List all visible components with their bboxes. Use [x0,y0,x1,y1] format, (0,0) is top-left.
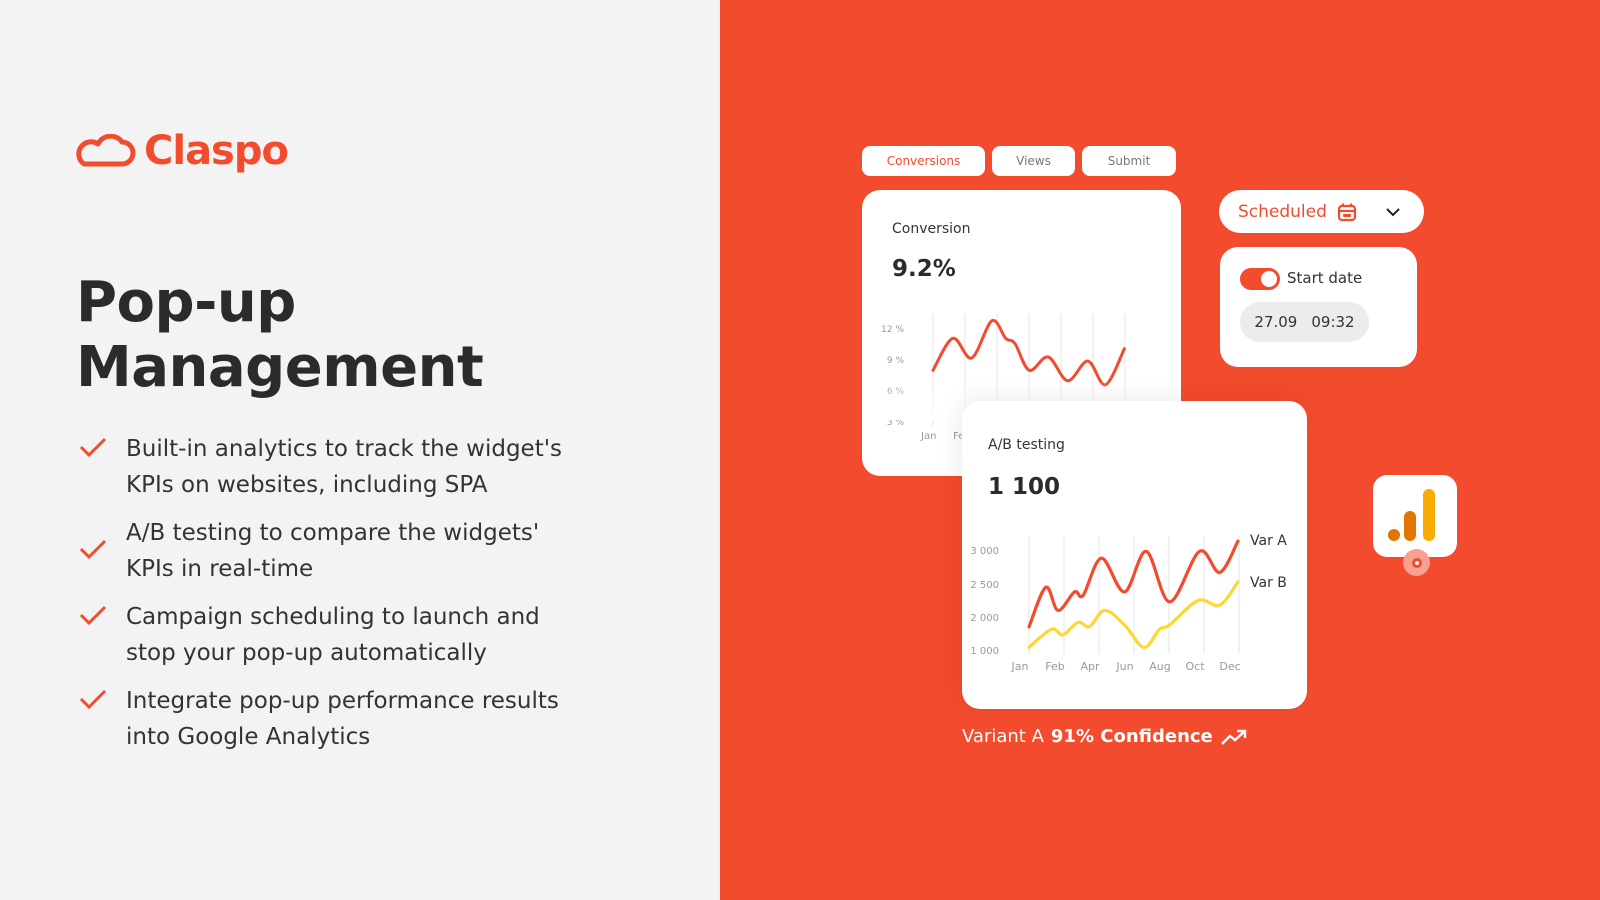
tab-conversions[interactable]: Conversions [862,146,985,176]
title-line: Pop-up [76,270,296,335]
x-tick-label: Aug [1149,660,1170,673]
check-icon [79,605,107,626]
check-icon [79,539,107,560]
trend-up-icon [1220,729,1246,745]
tab-label: Conversions [886,154,961,168]
target-dot-icon [1403,549,1430,576]
check-icon [79,689,107,710]
ab-chart: 3 000 2 500 2 000 1 000 Jan Feb Apr Jun Aug Oct De… [970,533,1287,673]
tab-label: Views [1016,154,1051,168]
tab-submit[interactable]: Submit [1082,146,1176,176]
chevron-down-icon [1386,207,1400,216]
confidence-value: 91% Confidence [1050,726,1213,747]
x-tick-label: Jan [920,431,936,442]
title-line: Management [76,335,484,400]
feature-text: A/B testing to compare the widgets' [126,520,540,546]
x-tick-label: Jan [1011,660,1029,673]
cloud-logo-icon [76,134,136,167]
x-tick-label: Dec [1219,660,1240,673]
date-value: 27.09 [1254,313,1298,331]
x-tick-label: Oct [1185,660,1205,673]
toggle-label: Start date [1287,269,1363,287]
y-tick-label: 2 000 [970,613,999,624]
y-tick-label: 2 500 [970,580,999,591]
logo-text: Claspo [144,128,289,174]
claspo-logo: Claspo [76,128,289,174]
feature-text: KPIs in real-time [126,556,314,582]
confidence-prefix: Variant A [962,726,1044,747]
left-panel: Claspo Pop-up Management Built-in analyt… [0,0,720,900]
series-line-var-b [1027,580,1240,649]
y-tick-label: 9 % [887,356,905,366]
y-tick-label: 1 000 [970,646,999,657]
feature-text: Integrate pop-up performance results [126,688,559,714]
y-tick-label: 3 000 [970,546,999,557]
start-date-card: Start date 27.09 09:32 [1220,247,1417,367]
tab-label: Submit [1107,154,1151,168]
check-icon [79,437,107,458]
start-date-toggle[interactable] [1240,268,1280,290]
date-time-field[interactable]: 27.09 09:32 [1240,302,1369,342]
ab-testing-card: A/B testing 1 100 3 000 2 500 2 000 1 000 Ja… [962,401,1307,709]
x-tick-label: Jun [1115,660,1133,673]
schedule-select[interactable]: Scheduled [1219,190,1424,233]
tab-views[interactable]: Views [992,146,1075,176]
feature-text: Built-in analytics to track the widget's [126,436,563,462]
series-line-var-a [1027,539,1240,629]
feature-text: Campaign scheduling to launch and [126,604,540,630]
google-analytics-icon [1373,475,1457,557]
select-value: Scheduled [1238,201,1327,222]
time-value: 09:32 [1311,313,1355,331]
feature-text: stop your pop-up automatically [126,640,487,666]
confidence-caption: Variant A 91% Confidence [962,726,1248,747]
feature-text: KPIs on websites, including SPA [126,472,488,498]
legend-label: Var B [1250,575,1287,591]
x-tick-label: Apr [1080,660,1100,673]
calendar-icon [1337,203,1357,221]
toggle-knob [1261,271,1277,287]
x-tick-label: Feb [1045,660,1064,673]
legend-label: Var A [1250,533,1287,549]
page-title: Pop-up Management [76,270,484,400]
y-tick-label: 12 % [881,325,904,335]
feature-text: into Google Analytics [126,724,371,750]
